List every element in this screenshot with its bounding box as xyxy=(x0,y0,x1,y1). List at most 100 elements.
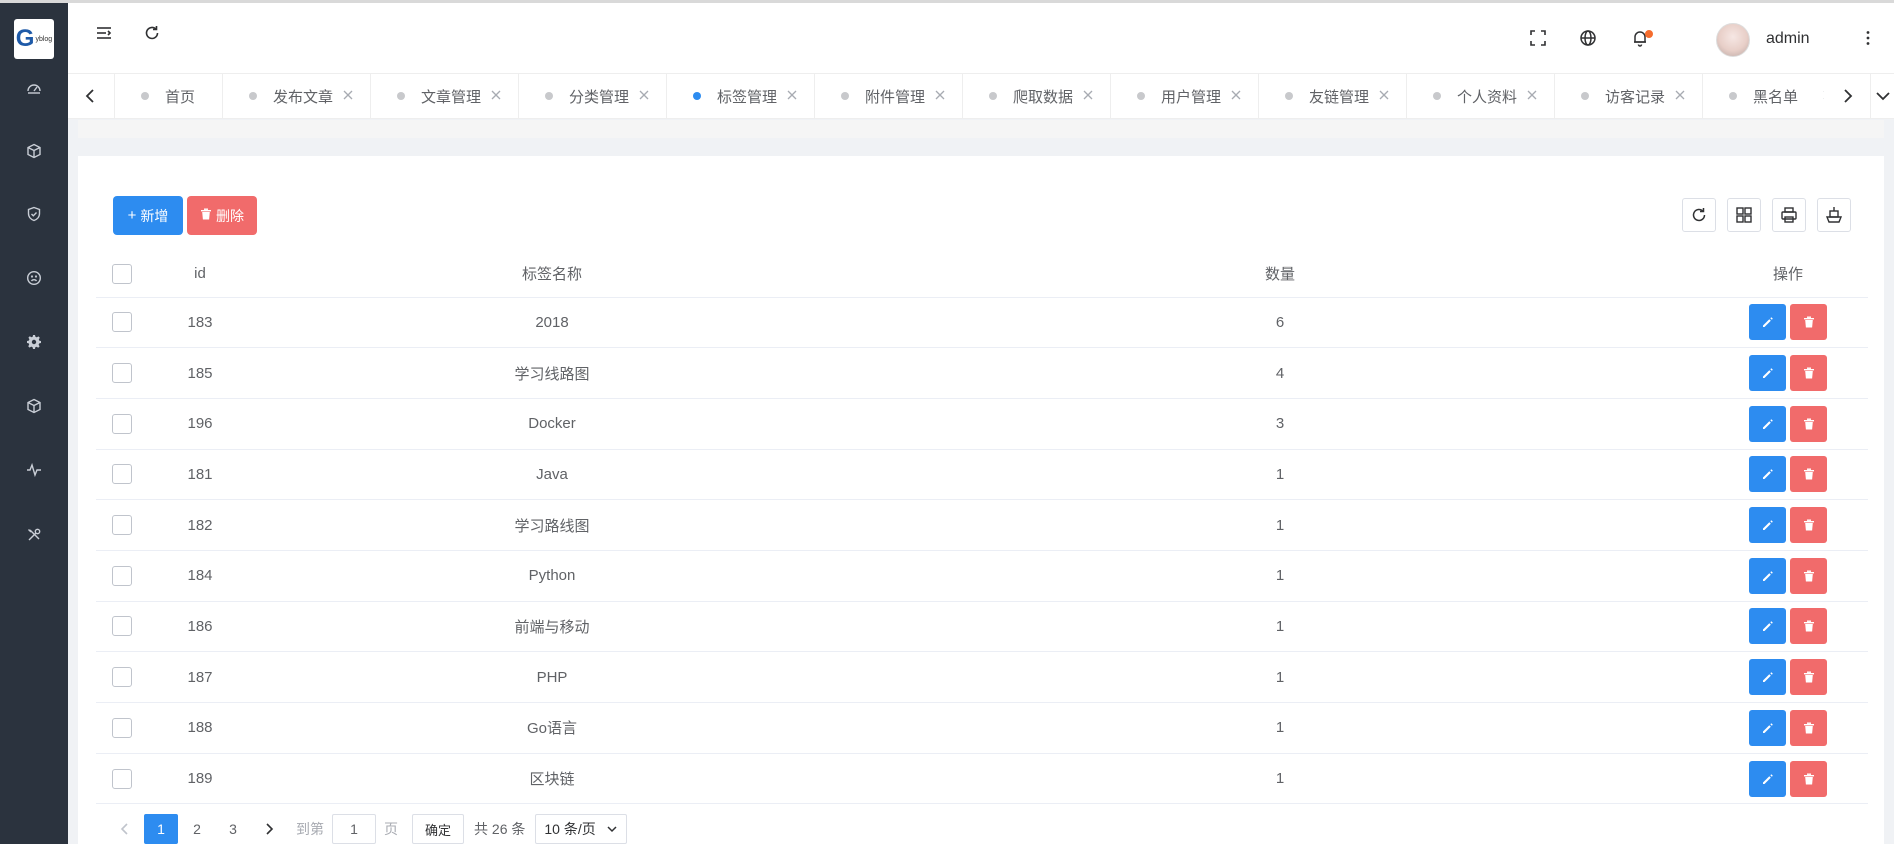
tab-4[interactable]: 分类管理 xyxy=(518,74,666,118)
tab-6[interactable]: 附件管理 xyxy=(814,74,962,118)
frown-icon[interactable] xyxy=(20,264,48,292)
cell-count: 1 xyxy=(852,753,1708,805)
edit-icon[interactable] xyxy=(1749,507,1786,544)
edit-icon[interactable] xyxy=(1749,709,1786,746)
row-checkbox[interactable] xyxy=(112,363,132,384)
username[interactable]: admin xyxy=(1766,30,1810,48)
tab-3[interactable]: 文章管理 xyxy=(370,74,518,118)
gear-icon[interactable] xyxy=(20,328,48,356)
col-id[interactable]: id xyxy=(148,251,252,298)
row-checkbox[interactable] xyxy=(112,717,132,738)
next-page-icon[interactable] xyxy=(252,814,286,844)
page-1[interactable]: 1 xyxy=(144,814,178,844)
more-vertical-icon[interactable] xyxy=(1854,24,1882,52)
close-icon[interactable] xyxy=(1228,87,1244,103)
page-2[interactable]: 2 xyxy=(180,814,214,844)
menu-fold-icon[interactable] xyxy=(90,19,118,47)
edit-icon[interactable] xyxy=(1749,659,1786,696)
tab-scroll-right-icon[interactable] xyxy=(1824,74,1870,118)
dashboard-icon[interactable] xyxy=(20,74,48,102)
edit-icon[interactable] xyxy=(1749,456,1786,493)
close-icon[interactable] xyxy=(636,87,652,103)
row-checkbox[interactable] xyxy=(112,413,132,434)
row-checkbox[interactable] xyxy=(112,565,132,586)
col-count[interactable]: 数量 xyxy=(852,251,1708,298)
row-checkbox[interactable] xyxy=(112,616,132,637)
close-icon[interactable] xyxy=(932,87,948,103)
row-delete-icon[interactable] xyxy=(1790,507,1827,544)
col-tag-name[interactable]: 标签名称 xyxy=(252,251,852,298)
tab-label: 访客记录 xyxy=(1605,88,1666,106)
shield-check-icon[interactable] xyxy=(20,200,48,228)
close-icon[interactable] xyxy=(340,87,356,103)
close-icon[interactable] xyxy=(1376,87,1392,103)
add-button[interactable]: + 新增 xyxy=(113,196,183,235)
tab-1[interactable]: 首页 xyxy=(114,74,222,118)
tab-5[interactable]: 标签管理 xyxy=(666,74,814,118)
tab-2[interactable]: 发布文章 xyxy=(222,74,370,118)
row-delete-icon[interactable] xyxy=(1790,760,1827,797)
tools-icon[interactable] xyxy=(20,521,48,549)
row-checkbox[interactable] xyxy=(112,464,132,485)
tab-9[interactable]: 友链管理 xyxy=(1258,74,1406,118)
table-row: 184 Python 1 xyxy=(96,550,1868,602)
tab-menu-chevron-down-icon[interactable] xyxy=(1870,74,1894,118)
edit-icon[interactable] xyxy=(1749,355,1786,392)
tab-10[interactable]: 个人资料 xyxy=(1406,74,1554,118)
row-delete-icon[interactable] xyxy=(1790,304,1827,341)
tab-dot xyxy=(545,92,553,100)
page-3[interactable]: 3 xyxy=(216,814,250,844)
row-checkbox[interactable] xyxy=(112,515,132,536)
tab-scroll-left-icon[interactable] xyxy=(68,74,114,118)
table-refresh-icon[interactable] xyxy=(1682,198,1716,232)
goto-confirm-button[interactable]: 确定 xyxy=(412,814,465,844)
tab-12[interactable]: 黑名单 xyxy=(1702,74,1824,118)
prev-page-icon[interactable] xyxy=(108,814,142,844)
row-select-cell xyxy=(96,449,148,501)
cell-id: 185 xyxy=(148,347,252,399)
app-logo[interactable]: G yblog xyxy=(14,19,54,59)
row-delete-icon[interactable] xyxy=(1790,456,1827,493)
edit-icon[interactable] xyxy=(1749,405,1786,442)
avatar[interactable] xyxy=(1716,23,1750,57)
goto-page-input[interactable] xyxy=(332,814,376,844)
row-checkbox[interactable] xyxy=(112,667,132,688)
edit-icon[interactable] xyxy=(1749,557,1786,594)
row-checkbox[interactable] xyxy=(112,312,132,333)
fullscreen-icon[interactable] xyxy=(1524,24,1552,52)
close-icon[interactable] xyxy=(1524,87,1540,103)
close-icon[interactable] xyxy=(488,87,504,103)
tab-8[interactable]: 用户管理 xyxy=(1110,74,1258,118)
row-delete-icon[interactable] xyxy=(1790,709,1827,746)
delete-button[interactable]: 删除 xyxy=(187,196,257,235)
globe-icon[interactable] xyxy=(1574,24,1602,52)
edit-icon[interactable] xyxy=(1749,760,1786,797)
pulse-icon[interactable] xyxy=(20,456,48,484)
refresh-icon[interactable] xyxy=(138,19,166,47)
cube-icon[interactable] xyxy=(20,137,48,165)
cell-tag-name: Java xyxy=(252,449,852,501)
page-size-select[interactable]: 10 条/页 xyxy=(535,814,627,844)
tab-dot xyxy=(1433,92,1441,100)
tab-7[interactable]: 爬取数据 xyxy=(962,74,1110,118)
close-icon[interactable] xyxy=(784,87,800,103)
row-delete-icon[interactable] xyxy=(1790,355,1827,392)
edit-icon[interactable] xyxy=(1749,304,1786,341)
select-all-checkbox[interactable] xyxy=(112,263,132,284)
row-delete-icon[interactable] xyxy=(1790,557,1827,594)
close-icon[interactable] xyxy=(1080,87,1096,103)
row-checkbox[interactable] xyxy=(112,768,132,789)
row-delete-icon[interactable] xyxy=(1790,405,1827,442)
export-icon[interactable] xyxy=(1817,198,1851,232)
cell-actions xyxy=(1708,449,1868,501)
box-icon[interactable] xyxy=(20,392,48,420)
edit-icon[interactable] xyxy=(1749,608,1786,645)
row-delete-icon[interactable] xyxy=(1790,608,1827,645)
close-icon[interactable] xyxy=(1672,87,1688,103)
bell-icon[interactable] xyxy=(1626,24,1654,52)
columns-icon[interactable] xyxy=(1727,198,1761,232)
row-delete-icon[interactable] xyxy=(1790,659,1827,696)
cell-count: 1 xyxy=(852,449,1708,501)
print-icon[interactable] xyxy=(1772,198,1806,232)
tab-11[interactable]: 访客记录 xyxy=(1554,74,1702,118)
